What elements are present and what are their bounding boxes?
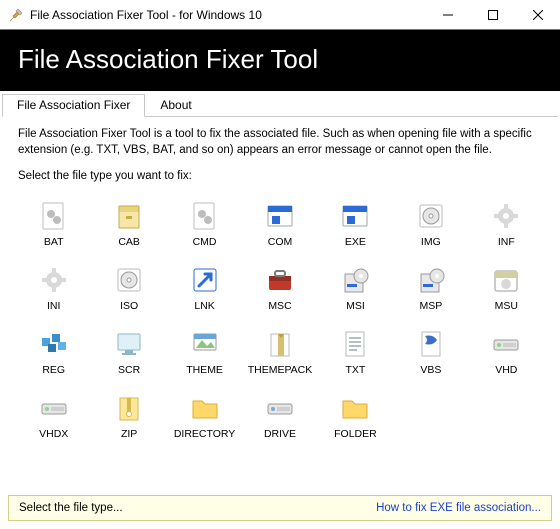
filetype-label: THEMEPACK (248, 364, 313, 376)
close-button[interactable] (515, 0, 560, 30)
filetype-txt[interactable]: TXT (320, 326, 391, 378)
filetype-label: FOLDER (334, 428, 377, 440)
shortcut-icon (189, 264, 221, 296)
filetype-cab[interactable]: CAB (93, 198, 164, 250)
maximize-button[interactable] (470, 0, 515, 30)
filetype-img[interactable]: IMG (395, 198, 466, 250)
tab-about[interactable]: About (145, 94, 206, 117)
filetype-msp[interactable]: MSP (395, 262, 466, 314)
filetype-label: SCR (118, 364, 140, 376)
vbs-icon (415, 328, 447, 360)
filetype-folder[interactable]: FOLDER (320, 390, 391, 442)
filetype-bat[interactable]: BAT (18, 198, 89, 250)
app-blue-icon (264, 200, 296, 232)
filetype-label: INF (498, 236, 515, 248)
filetype-label: COM (268, 236, 293, 248)
filetype-label: VHD (495, 364, 517, 376)
filetype-msi[interactable]: MSI (320, 262, 391, 314)
theme-icon (189, 328, 221, 360)
filetype-label: MSU (495, 300, 518, 312)
filetype-lnk[interactable]: LNK (169, 262, 240, 314)
update-box-icon (490, 264, 522, 296)
cabinet-icon (113, 200, 145, 232)
filetype-theme[interactable]: THEME (169, 326, 240, 378)
gear-doc-icon (38, 200, 70, 232)
filetype-label: IMG (421, 236, 441, 248)
filetype-scr[interactable]: SCR (93, 326, 164, 378)
filetype-label: MSI (346, 300, 365, 312)
gear-icon (490, 200, 522, 232)
filetype-msc[interactable]: MSC (244, 262, 315, 314)
scr-icon (113, 328, 145, 360)
folder-icon (189, 392, 221, 424)
filetype-iso[interactable]: ISO (93, 262, 164, 314)
filetype-vhdx[interactable]: VHDX (18, 390, 89, 442)
filetype-vhd[interactable]: VHD (471, 326, 542, 378)
filetype-inf[interactable]: INF (471, 198, 542, 250)
app-icon (8, 7, 24, 23)
filetype-label: ZIP (121, 428, 137, 440)
vhd-icon (38, 392, 70, 424)
window-title: File Association Fixer Tool - for Window… (30, 8, 425, 22)
filetype-label: THEME (186, 364, 223, 376)
filetype-label: INI (47, 300, 60, 312)
filetype-label: MSC (268, 300, 291, 312)
filetype-ini[interactable]: INI (18, 262, 89, 314)
filetype-label: REG (42, 364, 65, 376)
disc-box-icon (415, 200, 447, 232)
filetype-drive[interactable]: DRIVE (244, 390, 315, 442)
help-link[interactable]: How to fix EXE file association... (376, 502, 541, 514)
filetype-vbs[interactable]: VBS (395, 326, 466, 378)
gear-doc-icon (189, 200, 221, 232)
toolbox-icon (264, 264, 296, 296)
filetype-label: CMD (193, 236, 217, 248)
filetype-label: VHDX (39, 428, 68, 440)
tab-content: File Association Fixer Tool is a tool to… (0, 117, 560, 450)
filetype-label: BAT (44, 236, 64, 248)
filetype-label: ISO (120, 300, 138, 312)
installer-icon (415, 264, 447, 296)
status-bar: Select the file type... How to fix EXE f… (8, 495, 552, 521)
filetype-label: TXT (346, 364, 366, 376)
reg-blocks-icon (38, 328, 70, 360)
filetype-zip[interactable]: ZIP (93, 390, 164, 442)
filetype-exe[interactable]: EXE (320, 198, 391, 250)
disc-box-icon (113, 264, 145, 296)
drive-icon (264, 392, 296, 424)
filetype-label: DRIVE (264, 428, 296, 440)
folder-icon (339, 392, 371, 424)
tab-row: File Association FixerAbout (2, 93, 558, 117)
titlebar: File Association Fixer Tool - for Window… (0, 0, 560, 30)
banner: File Association Fixer Tool (0, 30, 560, 91)
vhd-icon (490, 328, 522, 360)
txt-icon (339, 328, 371, 360)
filetype-label: EXE (345, 236, 366, 248)
minimize-button[interactable] (425, 0, 470, 30)
filetype-label: MSP (419, 300, 442, 312)
prompt-text: Select the file type you want to fix: (18, 170, 542, 182)
themepack-icon (264, 328, 296, 360)
installer-icon (339, 264, 371, 296)
status-text: Select the file type... (19, 502, 123, 514)
filetype-label: DIRECTORY (174, 428, 235, 440)
filetype-label: LNK (194, 300, 214, 312)
filetype-com[interactable]: COM (244, 198, 315, 250)
filetype-reg[interactable]: REG (18, 326, 89, 378)
filetype-msu[interactable]: MSU (471, 262, 542, 314)
filetype-themepack[interactable]: THEMEPACK (244, 326, 315, 378)
tab-file-association-fixer[interactable]: File Association Fixer (2, 94, 145, 117)
zip-icon (113, 392, 145, 424)
filetype-label: CAB (118, 236, 140, 248)
app-blue-icon (339, 200, 371, 232)
gear-icon (38, 264, 70, 296)
banner-heading: File Association Fixer Tool (18, 44, 542, 75)
description-text: File Association Fixer Tool is a tool to… (18, 127, 542, 158)
filetype-directory[interactable]: DIRECTORY (169, 390, 240, 442)
filetype-label: VBS (420, 364, 441, 376)
filetype-grid: BAT CAB CMD COM EXE IMG INF INI ISO LNK MSC MSI MSP M… (18, 198, 542, 442)
filetype-cmd[interactable]: CMD (169, 198, 240, 250)
